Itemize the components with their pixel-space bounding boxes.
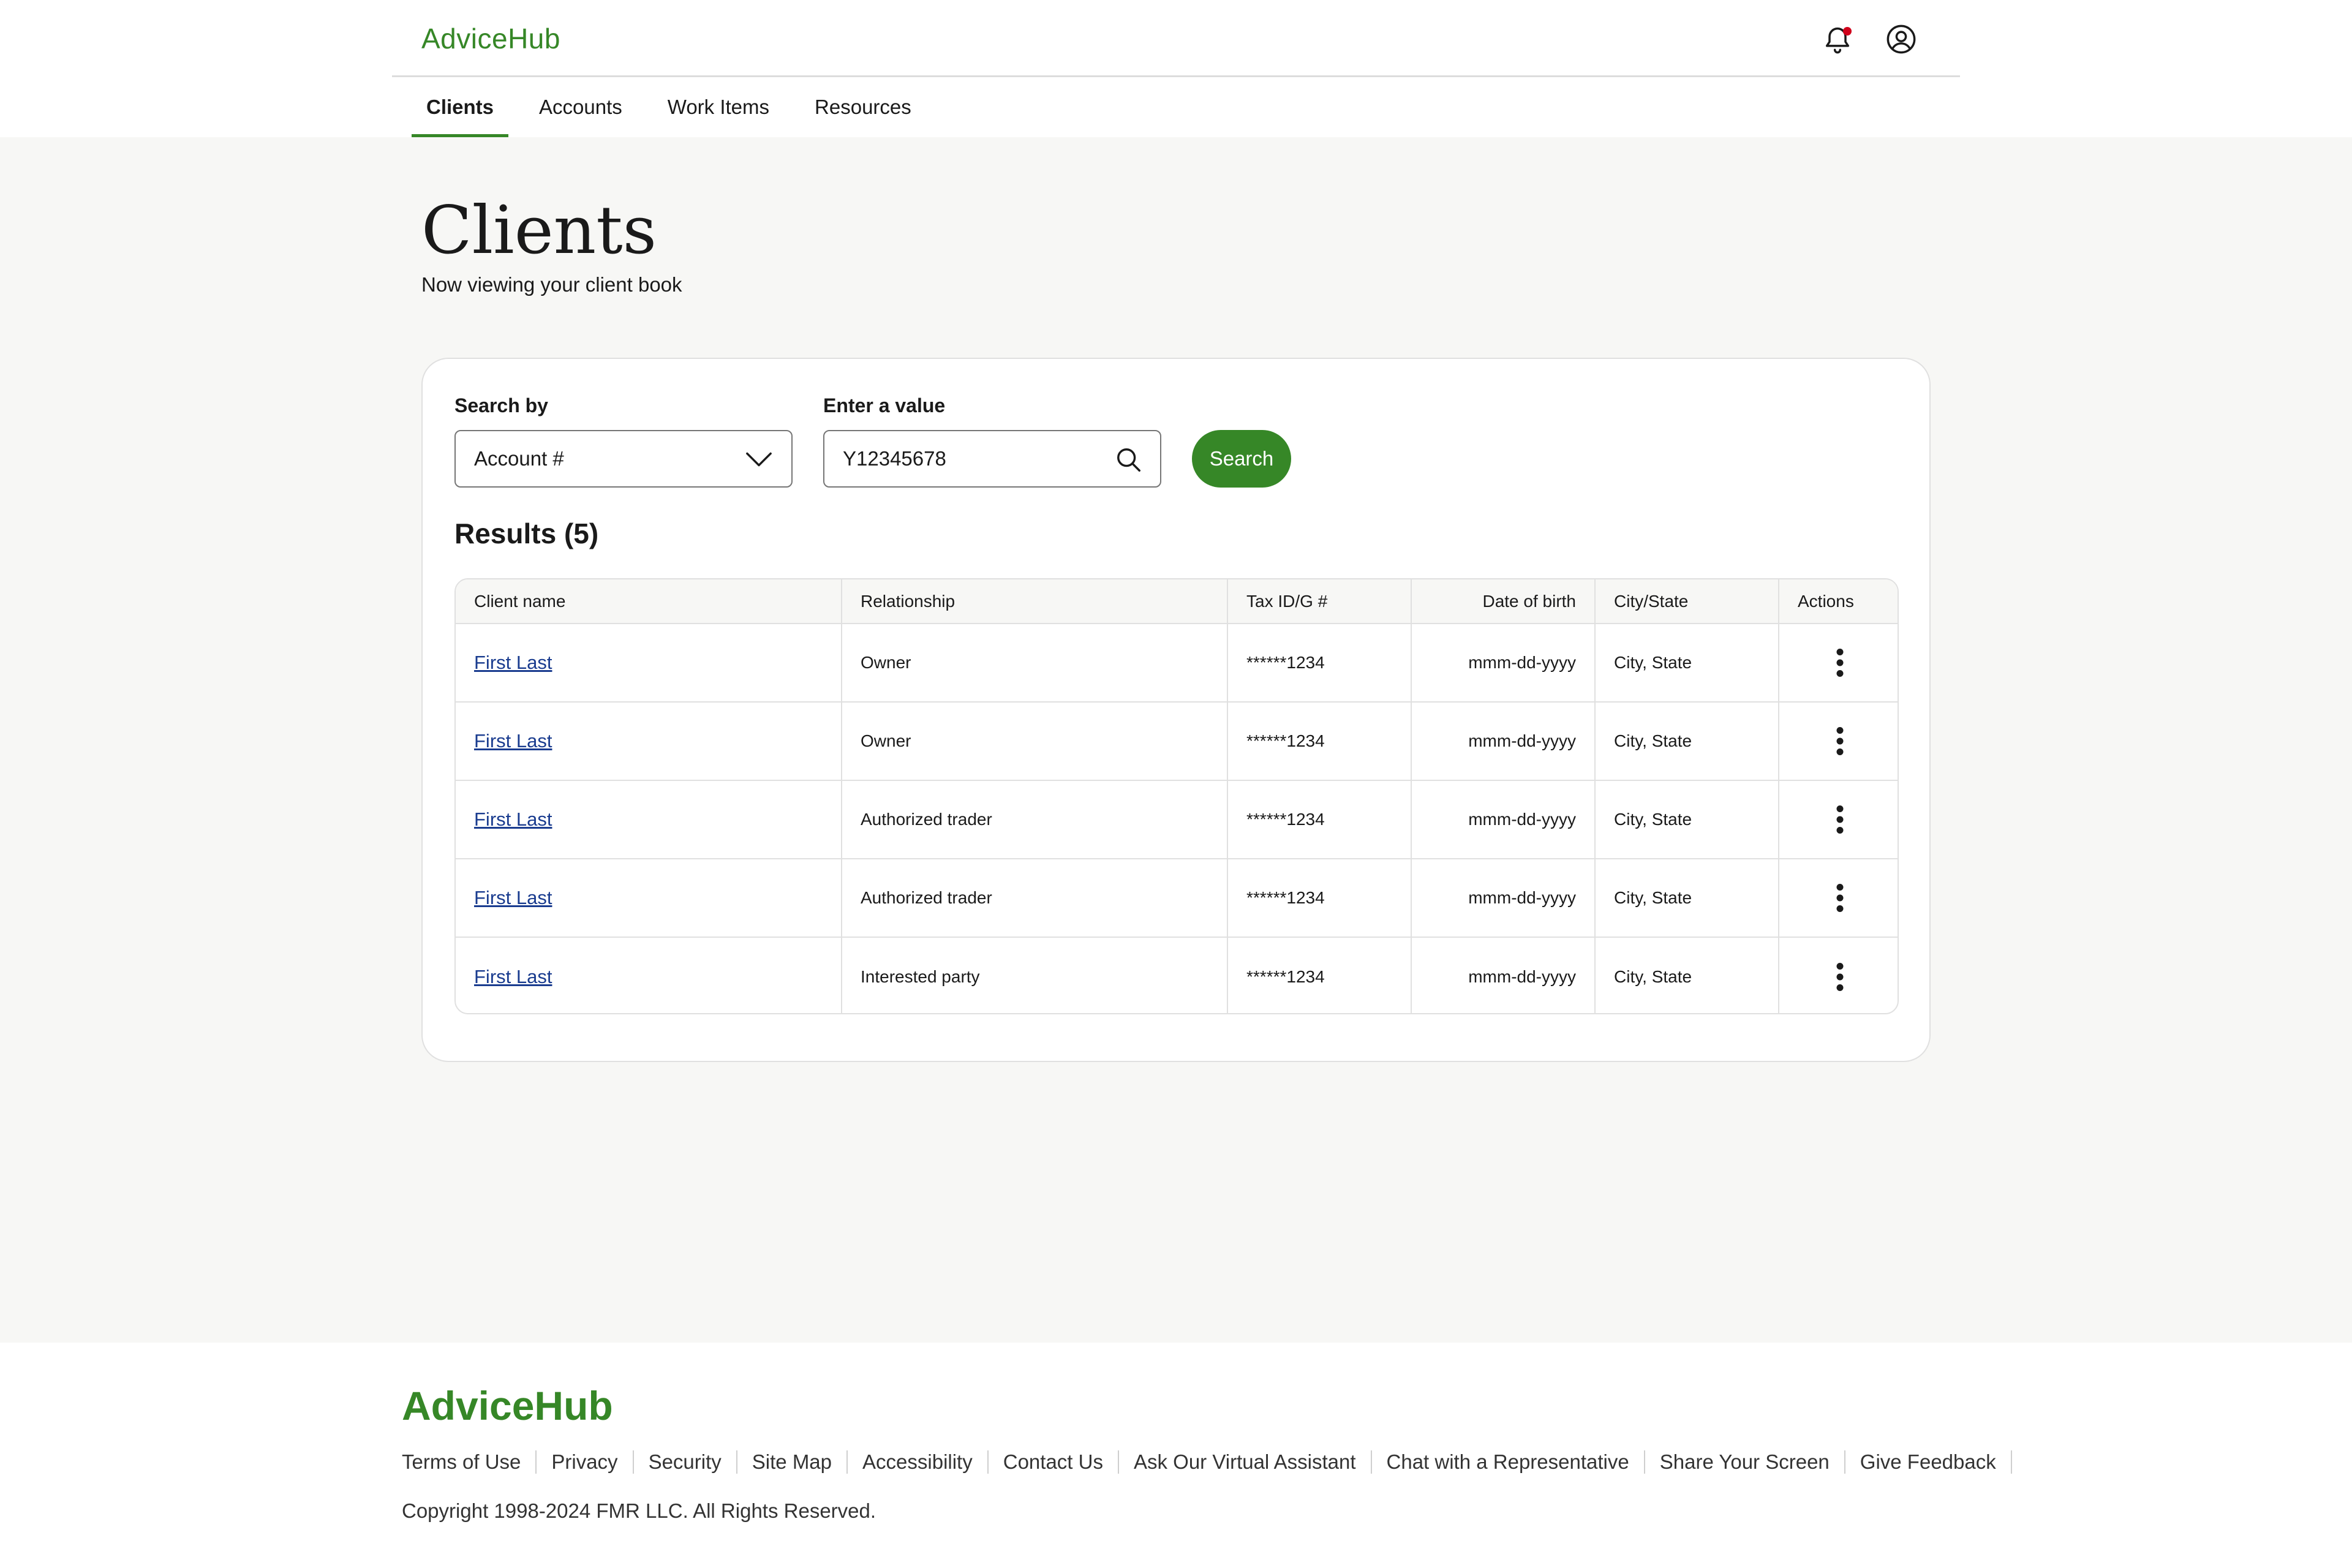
city-state-cell: City, State	[1595, 624, 1779, 703]
footer-logo[interactable]: AdviceHub	[402, 1382, 613, 1429]
relationship-cell: Interested party	[842, 937, 1228, 1013]
tab-resources[interactable]: Resources	[800, 77, 926, 137]
tax-id-cell: ******1234	[1227, 624, 1412, 703]
table-row: First Last Authorized trader ******1234 …	[456, 780, 1898, 859]
relationship-cell: Owner	[842, 702, 1228, 781]
footer-link-feedback[interactable]: Give Feedback	[1845, 1450, 2012, 1474]
tax-id-cell: ******1234	[1227, 702, 1412, 781]
table-row: First Last Owner ******1234 mmm-dd-yyyy …	[456, 702, 1898, 781]
search-button[interactable]: Search	[1192, 430, 1291, 488]
enter-value-label: Enter a value	[823, 394, 946, 417]
search-input[interactable]	[824, 431, 1106, 486]
bell-icon[interactable]	[1822, 23, 1853, 55]
search-by-select[interactable]: Account #	[454, 430, 793, 488]
more-vertical-icon[interactable]	[1828, 726, 1852, 756]
city-state-cell: City, State	[1595, 859, 1779, 938]
results-table: Client name Relationship Tax ID/G # Date…	[454, 578, 1899, 1014]
footer-link-contact[interactable]: Contact Us	[989, 1450, 1119, 1474]
relationship-cell: Authorized trader	[842, 780, 1228, 859]
tax-id-cell: ******1234	[1227, 780, 1412, 859]
more-vertical-icon[interactable]	[1828, 804, 1852, 835]
footer-link-virtual-assistant[interactable]: Ask Our Virtual Assistant	[1119, 1450, 1372, 1474]
column-header-city-state[interactable]: City/State	[1595, 579, 1779, 624]
footer-link-privacy[interactable]: Privacy	[537, 1450, 634, 1474]
column-header-tax-id[interactable]: Tax ID/G #	[1227, 579, 1412, 624]
client-name-link[interactable]: First Last	[474, 887, 552, 908]
client-name-link[interactable]: First Last	[474, 966, 552, 987]
main-content: Clients Now viewing your client book Sea…	[0, 137, 2352, 1343]
column-header-relationship[interactable]: Relationship	[842, 579, 1228, 624]
column-header-client-name[interactable]: Client name	[456, 579, 842, 624]
tax-id-cell: ******1234	[1227, 859, 1412, 938]
search-card: Search by Enter a value Account # Search…	[421, 358, 1931, 1062]
copyright-text: Copyright 1998-2024 FMR LLC. All Rights …	[402, 1499, 876, 1522]
brand-logo[interactable]: AdviceHub	[421, 22, 560, 55]
more-vertical-icon[interactable]	[1828, 647, 1852, 678]
relationship-cell: Authorized trader	[842, 859, 1228, 938]
footer-link-accessibility[interactable]: Accessibility	[848, 1450, 989, 1474]
city-state-cell: City, State	[1595, 702, 1779, 781]
header-bar: AdviceHub	[392, 0, 1960, 77]
search-by-label: Search by	[454, 394, 548, 417]
city-state-cell: City, State	[1595, 780, 1779, 859]
relationship-cell: Owner	[842, 624, 1228, 703]
footer-link-security[interactable]: Security	[634, 1450, 737, 1474]
tax-id-cell: ******1234	[1227, 937, 1412, 1013]
column-header-date-of-birth[interactable]: Date of birth	[1411, 579, 1596, 624]
footer-link-terms[interactable]: Terms of Use	[402, 1450, 537, 1474]
results-title: Results (5)	[454, 518, 599, 549]
dob-cell: mmm-dd-yyyy	[1411, 702, 1596, 781]
search-by-value: Account #	[474, 447, 564, 470]
table-row: First Last Interested party ******1234 m…	[456, 937, 1898, 1013]
footer-link-share-screen[interactable]: Share Your Screen	[1645, 1450, 1845, 1474]
footer-links: Terms of Use Privacy Security Site Map A…	[402, 1450, 2012, 1474]
dob-cell: mmm-dd-yyyy	[1411, 859, 1596, 938]
city-state-cell: City, State	[1595, 937, 1779, 1013]
client-name-link[interactable]: First Last	[474, 652, 552, 673]
page-subtitle: Now viewing your client book	[421, 273, 682, 296]
page-title: Clients	[421, 192, 657, 269]
header-actions	[1822, 23, 1917, 55]
client-name-link[interactable]: First Last	[474, 730, 552, 752]
notification-badge	[1843, 27, 1852, 36]
tab-accounts[interactable]: Accounts	[524, 77, 637, 137]
footer-link-chat[interactable]: Chat with a Representative	[1372, 1450, 1645, 1474]
table-row: First Last Owner ******1234 mmm-dd-yyyy …	[456, 624, 1898, 703]
table-row: First Last Authorized trader ******1234 …	[456, 859, 1898, 938]
page-footer: AdviceHub Terms of Use Privacy Security …	[0, 1343, 2352, 1568]
column-header-actions: Actions	[1779, 579, 1898, 624]
dob-cell: mmm-dd-yyyy	[1411, 780, 1596, 859]
main-nav: Clients Accounts Work Items Resources	[412, 77, 942, 137]
dob-cell: mmm-dd-yyyy	[1411, 624, 1596, 703]
tab-clients[interactable]: Clients	[412, 77, 509, 137]
user-circle-icon[interactable]	[1885, 23, 1917, 55]
dob-cell: mmm-dd-yyyy	[1411, 937, 1596, 1013]
table-header-row: Client name Relationship Tax ID/G # Date…	[456, 579, 1898, 624]
more-vertical-icon[interactable]	[1828, 883, 1852, 913]
value-field[interactable]	[823, 430, 1161, 488]
more-vertical-icon[interactable]	[1828, 962, 1852, 992]
chevron-down-icon	[746, 452, 772, 467]
app-header: AdviceHub Clients Accounts Work Items Re	[0, 0, 2352, 137]
search-icon[interactable]	[1115, 446, 1143, 474]
client-name-link[interactable]: First Last	[474, 809, 552, 830]
tab-work-items[interactable]: Work Items	[653, 77, 784, 137]
footer-link-site-map[interactable]: Site Map	[737, 1450, 848, 1474]
